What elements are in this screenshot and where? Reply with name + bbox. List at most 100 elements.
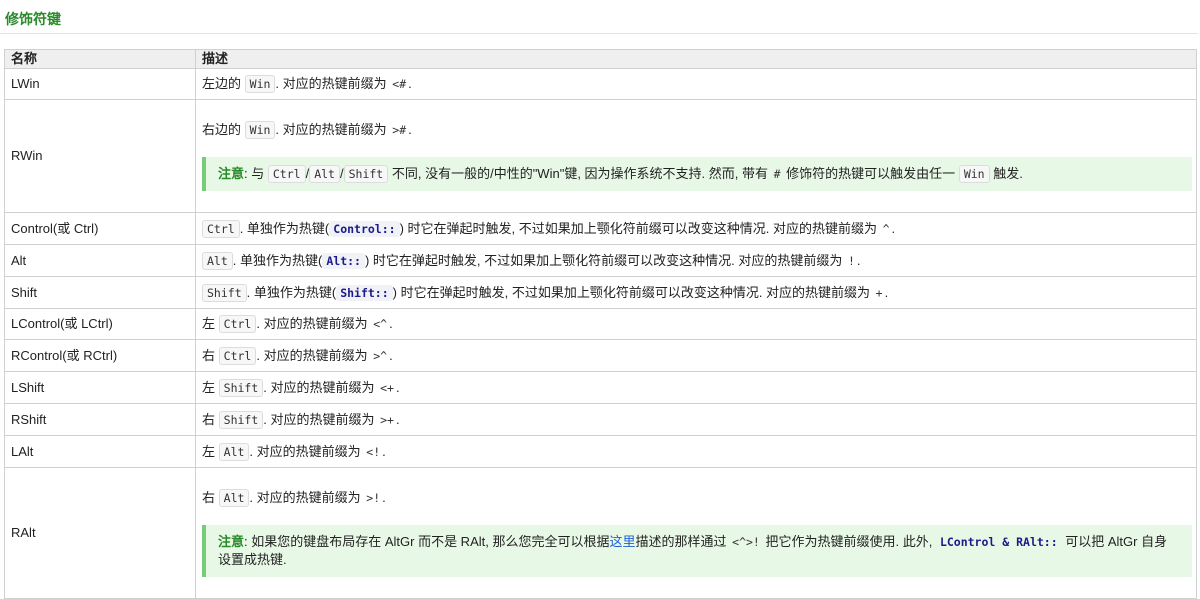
note-box: 注意: 如果您的键盘布局存在 AltGr 而不是 RAlt, 那么您完全可以根据… [202,525,1192,577]
row-name: LAlt [4,435,196,468]
desc-text: 右 [202,411,216,427]
note-box: 注意: 与 Ctrl / Alt / Shift 不同, 没有一般的/中性的"Win"键… [202,157,1192,191]
row-name: LWin [4,68,196,100]
table-row-rwin: RWin 右边的 Win. 对应的热键前缀为 >#. 注意: 与 Ctrl / Al… [4,99,1197,213]
desc-end: . [389,316,393,331]
key-code-win: Win [958,165,990,183]
desc-text: 左 [202,379,216,395]
desc-line: 右边的 Win. 对应的热键前缀为 >#. [202,121,1190,139]
prefix-code: ^ [882,221,890,236]
row-desc: 右 Shift. 对应的热键前缀为 >+. [195,403,1197,436]
desc-end: . [408,122,412,137]
prefix-code: + [875,285,883,300]
row-name: RAlt [4,467,196,599]
table-row-lwin: LWin 左边的 Win. 对应的热键前缀为 <#. [4,68,1197,100]
desc-text: 左边的 [202,76,242,91]
desc-text: . 单独作为热键( [232,252,323,268]
desc-end: . [891,220,896,236]
table-row-rshift: RShift 右 Shift. 对应的热键前缀为 >+. [4,403,1197,436]
desc-text: 左 [202,443,216,459]
key-code-alt: Alt [309,165,340,183]
modifier-keys-table: 名称 描述 LWin 左边的 Win. 对应的热键前缀为 <#. RWin 右边… [4,49,1197,599]
desc-end: . [408,76,412,91]
table-row-lshift: LShift 左 Shift. 对应的热键前缀为 <+. [4,371,1197,404]
desc-end: . [395,411,400,427]
prefix-code: >! [366,491,381,505]
table-row-alt: Alt Alt. 单独作为热键(Alt::) 时它在弹起时触发, 不过如果加上颚… [4,244,1197,277]
hash-code: # [773,167,781,181]
row-desc: Shift. 单独作为热键(Shift::) 时它在弹起时触发, 不过如果加上颚… [195,276,1197,309]
desc-text: ) 时它在弹起时触发, 不过如果加上颚化符前缀可以改变这种情况. 对应的热键前缀… [364,252,843,268]
prefix-code: >+ [380,412,394,427]
desc-text: 右 [202,347,216,363]
desc-end: . [382,490,386,505]
prefix-code: <# [392,77,407,91]
row-desc: 左 Ctrl. 对应的热键前缀为 <^. [195,308,1197,340]
key-code: Alt [218,489,250,507]
here-link[interactable]: 这里 [609,534,635,549]
prefix-code: >^ [373,348,388,363]
row-desc: 右边的 Win. 对应的热键前缀为 >#. 注意: 与 Ctrl / Alt / Shi… [195,99,1197,213]
desc-text: . 对应的热键前缀为 [275,122,387,137]
note-label: 注意 [218,166,245,181]
key-code: Ctrl [218,315,257,333]
desc-end: . [382,443,386,459]
key-code: Shift [218,410,264,429]
table-row-lcontrol: LControl(或 LCtrl) 左 Ctrl. 对应的热键前缀为 <^. [4,308,1197,340]
header-desc: 描述 [195,49,1197,69]
key-code: Ctrl [202,219,240,238]
header-name: 名称 [4,49,196,69]
prefix-code: ! [847,253,855,268]
note-text: 修饰符的热键可以触发由任一 [786,166,956,181]
hotkey-code: Alt:: [322,252,365,269]
key-code: Alt [202,251,233,270]
note-text: : 与 [244,166,265,181]
note-text: : 如果您的键盘布局存在 AltGr 而不是 RAlt, 那么您完全可以根据 [244,534,610,549]
key-code: Win [244,121,276,139]
note-label: 注意 [218,534,245,549]
row-name: Alt [4,244,196,277]
desc-text: ) 时它在弹起时触发, 不过如果加上颚化符前缀可以改变这种情况. 对应的热键前缀… [399,220,877,236]
row-name: RControl(或 RCtrl) [4,339,196,372]
table-row-ralt: RAlt 右 Alt. 对应的热键前缀为 >!. 注意: 如果您的键盘布局存在 … [4,467,1197,599]
desc-end: . [884,284,889,300]
desc-text: . 对应的热键前缀为 [249,490,361,505]
note-text: 不同, 没有一般的/中性的"Win"键, 因为操作系统不支持. 然而, 带有 [391,166,768,181]
key-code: Alt [218,442,250,461]
note-text: 触发. [993,166,1023,181]
key-code-ctrl: Ctrl [267,165,306,183]
desc-text: . 单独作为热键( [239,220,330,236]
desc-text: . 对应的热键前缀为 [256,316,368,331]
desc-end: . [856,252,861,268]
hotkey-code: Shift:: [336,284,393,301]
desc-text: ) 时它在弹起时触发, 不过如果加上颚化符前缀可以改变这种情况. 对应的热键前缀… [392,284,871,300]
row-name: Control(或 Ctrl) [4,212,196,245]
row-desc: Ctrl. 单独作为热键(Control::) 时它在弹起时触发, 不过如果加上… [195,212,1197,245]
prefix-code: <! [366,444,381,459]
row-name: RShift [4,403,196,436]
desc-line: 右 Alt. 对应的热键前缀为 >!. [202,489,1190,507]
row-desc: 右 Alt. 对应的热键前缀为 >!. 注意: 如果您的键盘布局存在 AltGr… [195,467,1197,599]
key-code-shift: Shift [343,165,389,183]
table-row-lalt: LAlt 左 Alt. 对应的热键前缀为 <!. [4,435,1197,468]
row-name: LShift [4,371,196,404]
section-title: 修饰符键 [5,11,61,27]
table-header-row: 名称 描述 [4,49,1197,69]
desc-end: . [395,379,400,395]
desc-text: . 对应的热键前缀为 [249,443,361,459]
desc-text: . 对应的热键前缀为 [256,347,368,363]
row-name: RWin [4,99,196,213]
key-code: Shift [218,378,264,397]
desc-text: 右 [202,490,216,505]
hotkey-code: LControl & RAlt:: [939,535,1058,549]
key-code: Shift [202,283,247,302]
table-row-control: Control(或 Ctrl) Ctrl. 单独作为热键(Control::) … [4,212,1197,245]
desc-text: . 对应的热键前缀为 [263,379,375,395]
key-code: Ctrl [218,346,257,365]
key-code: Win [244,75,276,93]
prefix-code: <^ [373,317,388,331]
table-row-shift: Shift Shift. 单独作为热键(Shift::) 时它在弹起时触发, 不… [4,276,1197,309]
hotkey-code: Control:: [329,220,400,237]
row-desc: 左边的 Win. 对应的热键前缀为 <#. [195,68,1197,100]
row-name: Shift [4,276,196,309]
